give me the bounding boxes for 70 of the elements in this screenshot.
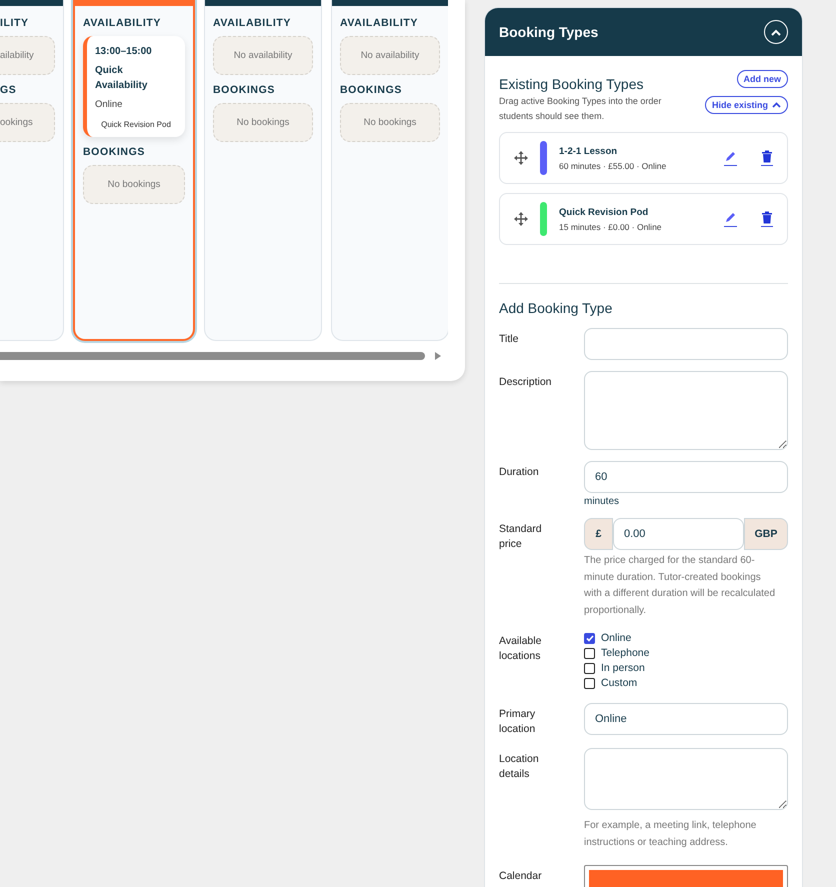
help-text: The price charged for the standard 60-minute duration. Tutor-created bookings with a different duration will be recalculated proportionally. [584, 554, 776, 618]
delete-button[interactable] [761, 150, 773, 166]
checkbox[interactable] [584, 678, 595, 688]
empty-state: ailability [0, 36, 55, 75]
section-heading: AVAILABILITY [213, 17, 292, 29]
field-label: Primary location [499, 707, 536, 737]
move-icon[interactable] [514, 212, 528, 226]
booking-type-details: 15 minutes · £0.00 · Online [559, 222, 663, 232]
booking-type-card[interactable]: 1-2-1 Lesson 60 minutes · £55.00 · Online [499, 132, 788, 184]
section-heading: ILITY [0, 17, 30, 29]
section-description: Drag active Booking Types into the order students should see them. [499, 95, 662, 123]
checkbox[interactable] [584, 662, 595, 674]
location-option[interactable]: Telephone [584, 647, 788, 659]
scrollbar-thumb[interactable] [0, 352, 425, 360]
delete-button[interactable] [761, 211, 773, 227]
event-title: Quick Availability [95, 64, 148, 93]
empty-state: No bookings [213, 103, 313, 142]
scroll-right-icon[interactable] [435, 352, 441, 360]
booking-type-name: 1-2-1 Lesson [559, 146, 618, 156]
availability-card[interactable]: 13:00–15:00 Quick Availability Online Quick Revision Pod [83, 36, 185, 137]
field-label: Location details [499, 752, 540, 782]
duration-field[interactable]: 60 [584, 461, 788, 493]
field-label: Available locations [499, 634, 542, 664]
empty-state: No availability [340, 36, 440, 75]
panel-title: Booking Types [499, 24, 598, 40]
booking-type-name: Quick Revision Pod [559, 206, 650, 218]
price-field[interactable]: 0.00 [613, 518, 744, 550]
form-title: Add Booking Type [499, 300, 614, 316]
field-label: Duration [499, 465, 540, 480]
hide-existing-button[interactable]: Hide existing [704, 96, 788, 114]
empty-state: No bookings [83, 165, 185, 204]
location-option[interactable]: Custom [584, 677, 788, 689]
field-label: Standard price [499, 522, 543, 552]
empty-state: No bookings [340, 103, 440, 142]
section-heading: GS [0, 84, 18, 96]
edit-button[interactable] [724, 212, 737, 226]
field-label: Title [499, 332, 520, 347]
section-heading: AVAILABILITY [340, 17, 419, 29]
section-title: Existing Booking Types [499, 76, 644, 92]
empty-state: ookings [0, 103, 55, 142]
title-field[interactable] [584, 328, 788, 360]
primary-location-field[interactable]: Online [584, 703, 788, 735]
currency-symbol: £ [584, 518, 613, 550]
unit-label: minutes [584, 496, 620, 507]
booking-type-card[interactable]: Quick Revision Pod 15 minutes · £0.00 · Online [499, 193, 788, 245]
event-type: Quick Revision Pod [100, 120, 172, 129]
section-heading: BOOKINGS [213, 84, 276, 96]
edit-button[interactable] [724, 150, 737, 166]
section-heading: AVAILABILITY [83, 17, 162, 29]
chevron-up-icon [772, 102, 781, 108]
help-text: For example, a meeting link, telephone instructions or teaching address. [584, 819, 758, 850]
field-label: Calendar [499, 869, 543, 884]
location-option[interactable]: Online [584, 632, 788, 644]
add-new-button[interactable]: Add new [736, 70, 788, 88]
event-location: Online [95, 99, 124, 110]
currency-code: GBP [744, 518, 788, 550]
chevron-up-icon [771, 28, 781, 36]
location-option[interactable]: In person [584, 662, 788, 674]
booking-type-details: 60 minutes · £55.00 · Online [559, 160, 668, 170]
section-heading: BOOKINGS [340, 84, 403, 96]
move-icon[interactable] [514, 151, 528, 165]
collapse-button[interactable] [764, 20, 788, 44]
description-field[interactable] [584, 371, 788, 450]
checkbox[interactable] [584, 632, 595, 644]
location-details-field[interactable] [584, 748, 788, 810]
empty-state: No availability [213, 36, 313, 75]
field-label: Description [499, 375, 553, 390]
event-time: 13:00–15:00 [95, 45, 153, 59]
checkbox[interactable] [584, 648, 595, 658]
section-heading: BOOKINGS [83, 146, 146, 158]
